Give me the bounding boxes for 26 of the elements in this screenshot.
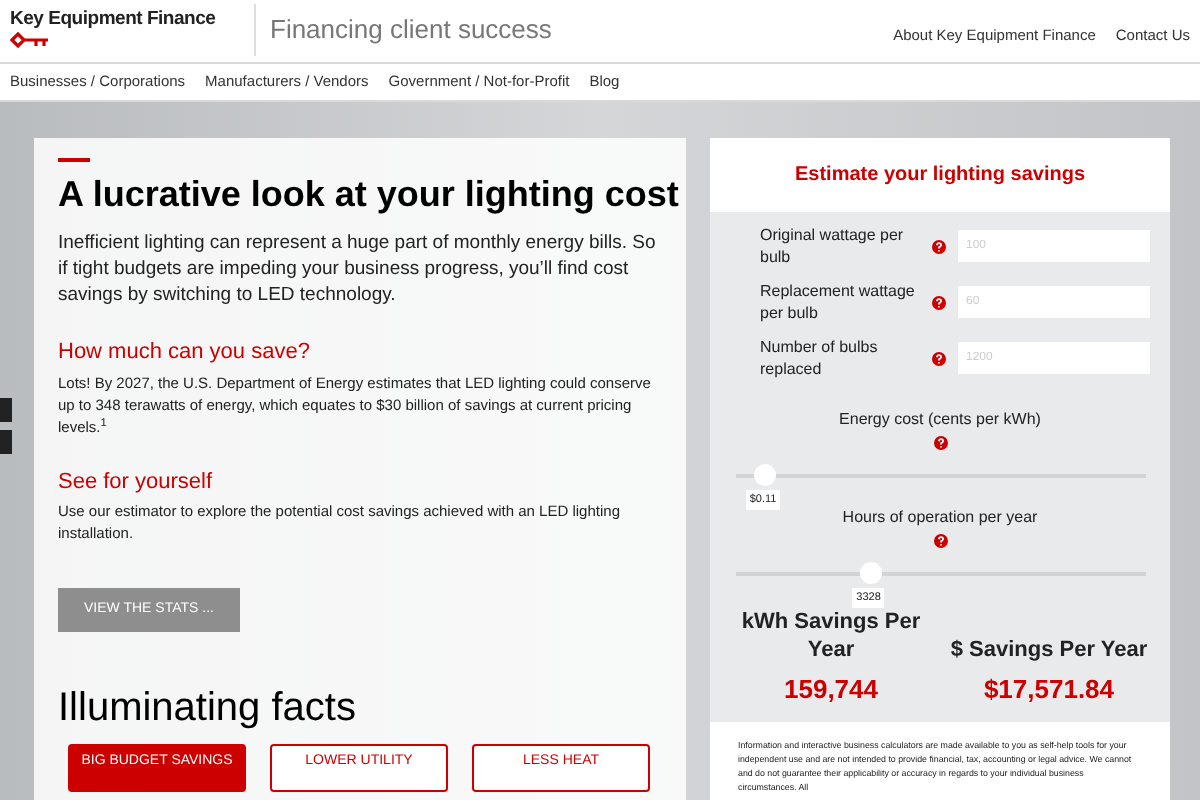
field-label: Replacement wattage per bulb — [760, 280, 917, 324]
section-heading: See for yourself — [58, 467, 215, 497]
section-heading: How much can you save? — [58, 338, 312, 368]
help-icon[interactable] — [932, 351, 946, 365]
result-value: $17,571.84 — [983, 672, 1115, 708]
field-label: Original wattage per bulb — [760, 224, 906, 268]
brand-name[interactable]: Key Equipment Finance — [10, 9, 240, 29]
slider-thumb[interactable] — [753, 464, 776, 486]
facts-title: Illuminating facts — [58, 684, 358, 732]
help-icon[interactable] — [932, 239, 946, 253]
slider-label: Energy cost (cents per kWh) — [839, 408, 1041, 432]
intro-paragraph: Inefficient lighting can represent a huge part of monthly energy bills. So if tight budgets are impeding your business progress, you’ll find cost savings by switching to LED technology. — [58, 230, 658, 308]
help-icon[interactable] — [932, 295, 946, 309]
help-icon[interactable] — [933, 534, 947, 548]
tagline: Financing client success — [270, 11, 552, 48]
accent-rule — [58, 158, 90, 162]
result-value: 159,744 — [784, 672, 878, 708]
slider-thumb[interactable] — [860, 562, 883, 584]
field-label: Number of bulbs replaced — [760, 336, 880, 380]
key-logo-icon — [10, 32, 50, 49]
article-title: A lucrative look at your lighting cost — [58, 172, 679, 218]
estimator-title: Estimate your lighting savings — [794, 162, 1086, 190]
help-icon[interactable] — [933, 436, 947, 450]
slider-label: Hours of operation per year — [842, 506, 1038, 530]
result-label: kWh Savings Per Year — [739, 608, 923, 664]
result-label: $ Savings Per Year — [950, 636, 1148, 664]
